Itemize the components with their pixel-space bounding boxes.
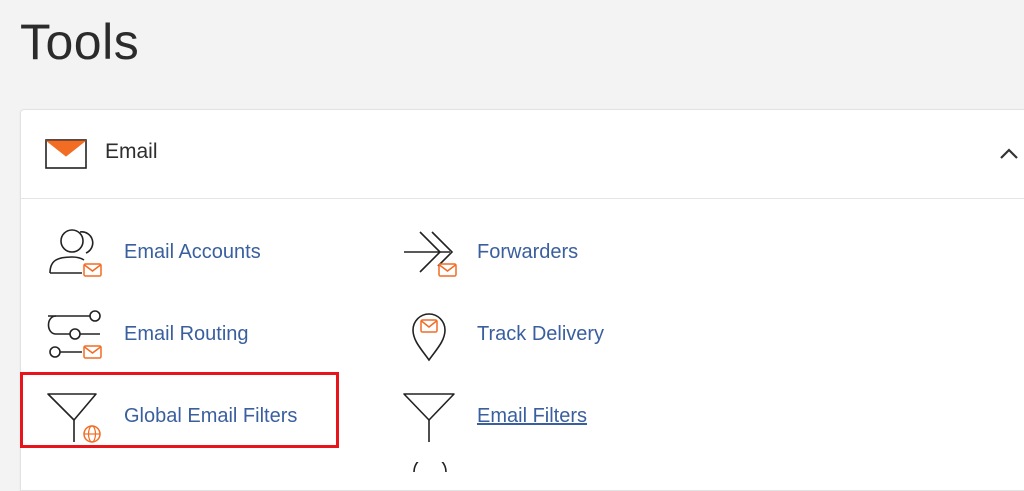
tool-label: Forwarders — [477, 241, 579, 263]
tool-label: Email Routing — [124, 323, 249, 345]
tool-label: Global Email Filters — [124, 405, 298, 427]
email-section-header[interactable]: Email — [21, 110, 1024, 199]
tool-email-filters[interactable]: Email Filters — [400, 390, 600, 446]
tool-forwarders[interactable]: Forwarders — [400, 226, 600, 282]
tool-track-delivery[interactable]: Track Delivery — [400, 308, 620, 364]
tool-email-routing[interactable]: Email Routing — [44, 308, 264, 364]
email-filters-icon — [403, 393, 455, 442]
partial-tool-icon — [413, 462, 447, 472]
chevron-up-icon[interactable] — [997, 144, 1021, 164]
tool-label: Track Delivery — [477, 323, 605, 345]
track-delivery-icon — [412, 313, 446, 362]
tool-global-email-filters[interactable]: Global Email Filters — [44, 390, 314, 446]
email-routing-icon — [47, 310, 102, 359]
envelope-icon — [45, 139, 87, 169]
tool-email-accounts[interactable]: Email Accounts — [44, 226, 274, 282]
forwarders-icon — [404, 231, 457, 277]
tool-label: Email Accounts — [124, 241, 261, 263]
email-section-title: Email — [105, 140, 158, 163]
email-accounts-icon — [49, 229, 102, 277]
global-email-filters-icon — [47, 393, 101, 443]
page-title: Tools — [20, 14, 140, 70]
tool-label: Email Filters — [477, 405, 588, 427]
